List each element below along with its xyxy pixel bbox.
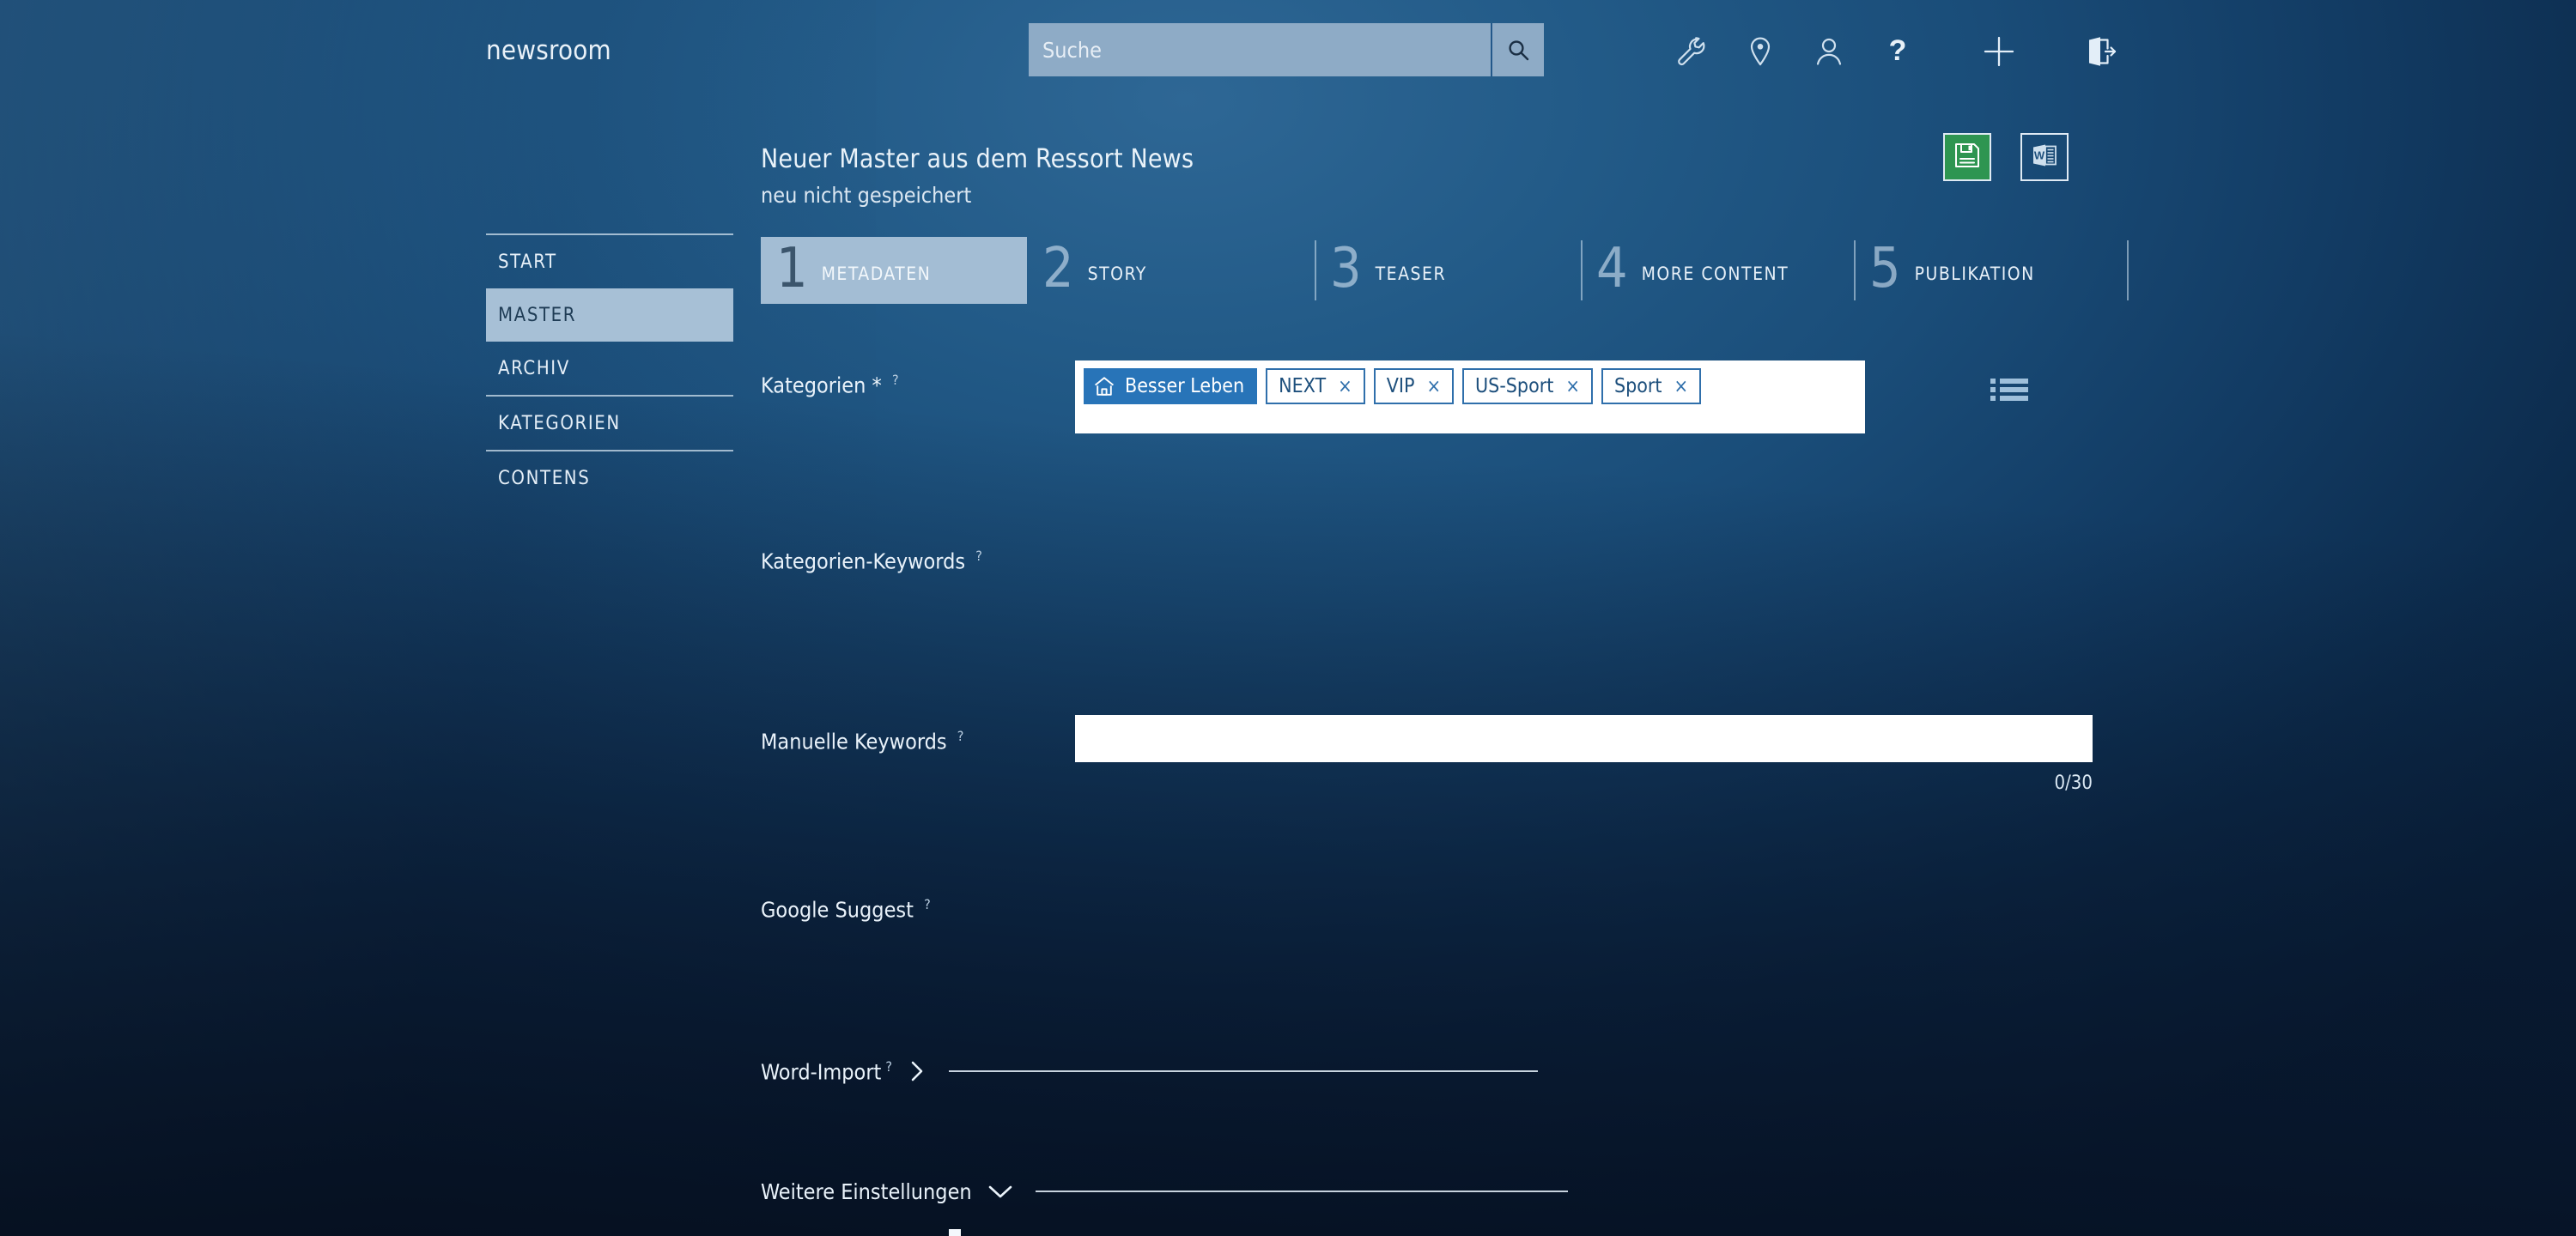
sidebar-item-start[interactable]: START xyxy=(486,235,733,288)
search-button[interactable] xyxy=(1491,23,1544,76)
wrench-icon[interactable] xyxy=(1657,26,1726,77)
kategorien-chip-field[interactable]: Besser Leben NEXT × VIP × US-Sport × Spo… xyxy=(1075,360,1865,433)
word-import-label: Word-Import? xyxy=(761,1058,892,1084)
step-label: STORY xyxy=(1087,264,1147,284)
step-number: 2 xyxy=(1042,237,1074,300)
help-icon[interactable]: ? xyxy=(885,1058,892,1075)
google-suggest-label-text: Google Suggest xyxy=(761,897,914,923)
weitere-einstellungen-section[interactable]: Weitere Einstellungen xyxy=(761,1174,1568,1209)
chevron-right-icon[interactable] xyxy=(906,1058,928,1084)
tab-teaser[interactable]: 3 TEASER xyxy=(1315,237,1581,304)
plus-icon[interactable] xyxy=(1965,26,2033,77)
sidebar-nav: START MASTER ARCHIV KATEGORIEN CONTENS xyxy=(486,233,733,505)
search-input[interactable] xyxy=(1029,23,1491,76)
location-pin-icon[interactable] xyxy=(1726,26,1795,77)
chip-us-sport[interactable]: US-Sport × xyxy=(1462,368,1593,404)
save-button[interactable] xyxy=(1943,133,1991,181)
step-label: TEASER xyxy=(1375,264,1447,284)
chip-remove-icon[interactable]: × xyxy=(1674,376,1688,397)
tab-publikation[interactable]: 5 PUBLIKATION xyxy=(1854,237,2127,304)
question-mark-icon[interactable]: ? xyxy=(1863,26,1932,77)
chip-remove-icon[interactable]: × xyxy=(1565,376,1580,397)
svg-text:W: W xyxy=(2034,149,2045,162)
chip-remove-icon[interactable]: × xyxy=(1426,376,1441,397)
user-icon[interactable] xyxy=(1795,26,1863,77)
step-label: MORE CONTENT xyxy=(1641,264,1789,284)
section-rule xyxy=(949,1070,1539,1072)
sidebar-item-master[interactable]: MASTER xyxy=(486,288,733,342)
top-icon-bar: ? xyxy=(1657,26,2135,77)
kategorien-keywords-label: Kategorien-Keywords ? xyxy=(761,548,982,573)
tab-more-content[interactable]: 4 MORE CONTENT xyxy=(1581,237,1854,304)
tab-story[interactable]: 2 STORY xyxy=(1027,237,1315,304)
manuelle-keywords-input[interactable] xyxy=(1075,715,2093,762)
required-marker: * xyxy=(872,373,882,398)
step-number: 1 xyxy=(776,237,808,300)
tab-divider xyxy=(1581,240,1583,300)
tab-divider xyxy=(1854,240,1856,300)
step-number: 4 xyxy=(1596,237,1628,300)
word-import-label-text: Word-Import xyxy=(761,1059,882,1085)
list-view-icon[interactable] xyxy=(1990,376,2028,407)
home-icon xyxy=(1093,375,1115,397)
chip-label: US-Sport xyxy=(1475,375,1554,397)
word-document-icon: W xyxy=(2030,141,2059,173)
chip-next[interactable]: NEXT × xyxy=(1266,368,1365,404)
chevron-down-icon[interactable] xyxy=(986,1181,1015,1202)
google-suggest-label: Google Suggest ? xyxy=(761,896,931,922)
manuelle-keywords-label: Manuelle Keywords ? xyxy=(761,728,963,754)
top-bar: newsroom Suche ? xyxy=(0,0,2576,106)
help-icon[interactable]: ? xyxy=(924,896,931,912)
step-number: 3 xyxy=(1330,237,1362,300)
tab-end-divider xyxy=(2127,237,2130,304)
word-import-section[interactable]: Word-Import? xyxy=(761,1054,1539,1088)
chip-besser-leben[interactable]: Besser Leben xyxy=(1084,368,1258,404)
step-label: METADATEN xyxy=(821,264,932,284)
section-rule xyxy=(1035,1191,1568,1192)
weitere-einstellungen-label: Weitere Einstellungen xyxy=(761,1178,972,1204)
chip-label: Sport xyxy=(1613,375,1662,397)
chip-vip[interactable]: VIP × xyxy=(1373,368,1455,404)
chip-label: NEXT xyxy=(1279,375,1327,397)
kategorien-keywords-label-text: Kategorien-Keywords xyxy=(761,548,966,574)
tab-metadaten[interactable]: 1 METADATEN xyxy=(761,237,1027,304)
help-icon[interactable]: ? xyxy=(957,728,964,744)
tab-divider xyxy=(1315,240,1316,300)
search-box xyxy=(1029,23,1544,76)
chip-remove-icon[interactable]: × xyxy=(1338,376,1352,397)
partial-element-below-fold xyxy=(949,1229,961,1236)
app-brand[interactable]: newsroom xyxy=(486,35,611,66)
logout-icon[interactable] xyxy=(2066,26,2135,77)
page-title: Neuer Master aus dem Ressort News xyxy=(761,144,1194,174)
kategorien-label-text: Kategorien xyxy=(761,373,866,398)
chip-label: VIP xyxy=(1386,375,1415,397)
help-icon[interactable]: ? xyxy=(892,372,899,388)
chip-sport[interactable]: Sport × xyxy=(1601,368,1702,404)
keywords-counter: 0/30 xyxy=(2054,772,2093,794)
tab-divider xyxy=(2127,240,2129,300)
step-navigation: 1 METADATEN 2 STORY 3 TEASER 4 MORE CONT… xyxy=(761,237,2130,304)
step-number: 5 xyxy=(1869,237,1901,300)
manuelle-keywords-label-text: Manuelle Keywords xyxy=(761,729,947,754)
svg-text:?: ? xyxy=(1889,35,1907,67)
header-actions: W xyxy=(1943,133,2069,181)
page-header: Neuer Master aus dem Ressort News neu ni… xyxy=(761,144,1194,208)
help-icon[interactable]: ? xyxy=(975,548,982,564)
document-status: neu nicht gespeichert xyxy=(761,183,972,208)
step-label: PUBLIKATION xyxy=(1914,264,2035,284)
sidebar-item-contens[interactable]: CONTENS xyxy=(486,451,733,505)
floppy-disk-icon xyxy=(1953,141,1982,173)
word-export-button[interactable]: W xyxy=(2020,133,2069,181)
sidebar-item-archiv[interactable]: ARCHIV xyxy=(486,342,733,395)
chip-label: Besser Leben xyxy=(1125,375,1245,397)
sidebar-item-kategorien[interactable]: KATEGORIEN xyxy=(486,397,733,450)
search-icon xyxy=(1506,38,1530,62)
kategorien-label: Kategorien * ? xyxy=(761,372,899,397)
